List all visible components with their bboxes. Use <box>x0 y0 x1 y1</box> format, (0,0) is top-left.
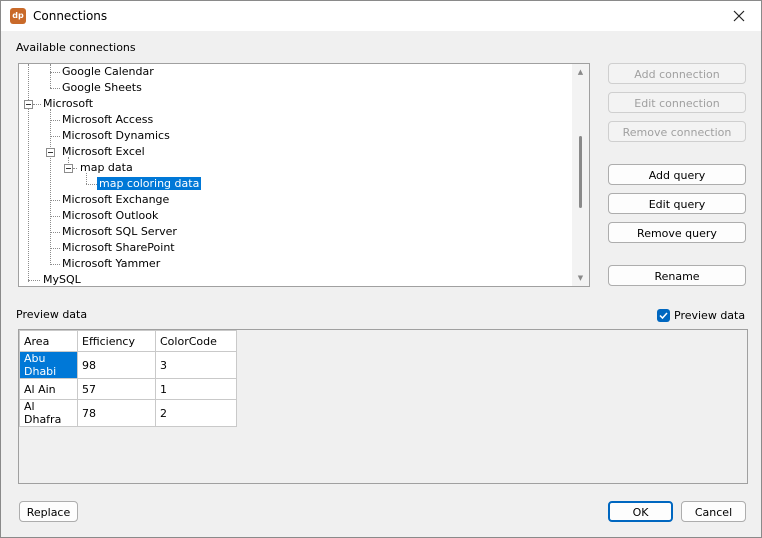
tree-item-microsoft-access[interactable]: Microsoft Access <box>60 112 155 128</box>
table-cell[interactable]: Al Dhafra <box>19 399 78 427</box>
tree-guide <box>50 88 60 89</box>
remove-query-button[interactable]: Remove query <box>608 222 746 243</box>
tree-guide <box>50 120 60 121</box>
table-row: Abu Dhabi 98 3 <box>19 351 237 379</box>
ok-button[interactable]: OK <box>608 501 673 522</box>
table-row: Al Ain 57 1 <box>19 378 237 400</box>
tree-guide <box>50 136 60 137</box>
tree-scrollbar[interactable]: ▲ ▼ <box>572 64 589 286</box>
tree-guide <box>50 109 51 265</box>
tree-guide <box>28 64 29 282</box>
tree-item-mysql[interactable]: MySQL <box>41 272 83 286</box>
tree-item-microsoft-sql-server[interactable]: Microsoft SQL Server <box>60 224 179 240</box>
tree-item-microsoft-outlook[interactable]: Microsoft Outlook <box>60 208 160 224</box>
table-cell[interactable]: 57 <box>77 378 156 400</box>
connections-tree[interactable]: Google Calendar Google Sheets Microsoft … <box>18 63 590 287</box>
close-button[interactable] <box>717 1 761 31</box>
tree-item-google-sheets[interactable]: Google Sheets <box>60 80 144 96</box>
preview-table[interactable]: Area Efficiency ColorCode Abu Dhabi 98 3… <box>19 330 237 427</box>
tree-guide <box>50 64 51 88</box>
tree-guide <box>50 232 60 233</box>
scroll-down-icon[interactable]: ▼ <box>572 270 589 286</box>
table-cell[interactable]: 1 <box>155 378 237 400</box>
window-title: Connections <box>33 9 108 23</box>
collapse-map-data-icon[interactable] <box>64 164 73 173</box>
tree-guide <box>28 280 40 281</box>
tree-guide <box>50 216 60 217</box>
tree-guide <box>50 72 60 73</box>
tree-item-microsoft-excel[interactable]: Microsoft Excel <box>60 144 147 160</box>
tree-item-microsoft-exchange[interactable]: Microsoft Exchange <box>60 192 171 208</box>
table-cell[interactable]: 3 <box>155 351 237 379</box>
preview-data-checkbox-label: Preview data <box>674 309 746 322</box>
collapse-microsoft-icon[interactable] <box>24 100 33 109</box>
tree-item-microsoft-yammer[interactable]: Microsoft Yammer <box>60 256 162 272</box>
connections-dialog: dp Connections Available connections Goo <box>0 0 762 538</box>
tree-guide <box>73 168 77 169</box>
column-header-efficiency[interactable]: Efficiency <box>77 330 156 352</box>
tree-item-google-calendar[interactable]: Google Calendar <box>60 64 156 80</box>
table-cell[interactable]: 78 <box>77 399 156 427</box>
tree-item-map-data[interactable]: map data <box>78 160 135 176</box>
tree-item-microsoft-sharepoint[interactable]: Microsoft SharePoint <box>60 240 177 256</box>
scroll-up-icon[interactable]: ▲ <box>572 64 589 80</box>
table-cell[interactable]: 2 <box>155 399 237 427</box>
table-header-row: Area Efficiency ColorCode <box>19 330 237 352</box>
checkmark-icon <box>659 312 668 320</box>
add-query-button[interactable]: Add query <box>608 164 746 185</box>
rename-button[interactable]: Rename <box>608 265 746 286</box>
title-bar: dp Connections <box>1 1 761 31</box>
close-icon <box>733 10 745 22</box>
table-cell[interactable]: Al Ain <box>19 378 78 400</box>
tree-guide <box>50 264 60 265</box>
collapse-excel-icon[interactable] <box>46 148 55 157</box>
table-cell[interactable]: Abu Dhabi <box>19 351 78 379</box>
tree-item-microsoft[interactable]: Microsoft <box>41 96 95 112</box>
tree-guide <box>86 184 97 185</box>
table-cell[interactable]: 98 <box>77 351 156 379</box>
cancel-button[interactable]: Cancel <box>681 501 746 522</box>
table-row: Al Dhafra 78 2 <box>19 399 237 427</box>
edit-query-button[interactable]: Edit query <box>608 193 746 214</box>
tree-guide <box>50 248 60 249</box>
tree-guide <box>33 104 41 105</box>
column-header-area[interactable]: Area <box>19 330 78 352</box>
remove-connection-button[interactable]: Remove connection <box>608 121 746 142</box>
preview-panel: Area Efficiency ColorCode Abu Dhabi 98 3… <box>18 329 748 484</box>
tree-item-map-coloring-data[interactable]: map coloring data <box>97 176 202 192</box>
column-header-colorcode[interactable]: ColorCode <box>155 330 237 352</box>
replace-button[interactable]: Replace <box>19 501 78 522</box>
tree-guide <box>50 200 60 201</box>
available-connections-label: Available connections <box>16 41 136 54</box>
add-connection-button[interactable]: Add connection <box>608 63 746 84</box>
scrollbar-thumb[interactable] <box>579 136 582 208</box>
preview-data-label: Preview data <box>16 308 88 321</box>
edit-connection-button[interactable]: Edit connection <box>608 92 746 113</box>
app-icon: dp <box>10 8 26 24</box>
tree-item-microsoft-dynamics[interactable]: Microsoft Dynamics <box>60 128 172 144</box>
preview-data-checkbox[interactable] <box>657 309 670 322</box>
